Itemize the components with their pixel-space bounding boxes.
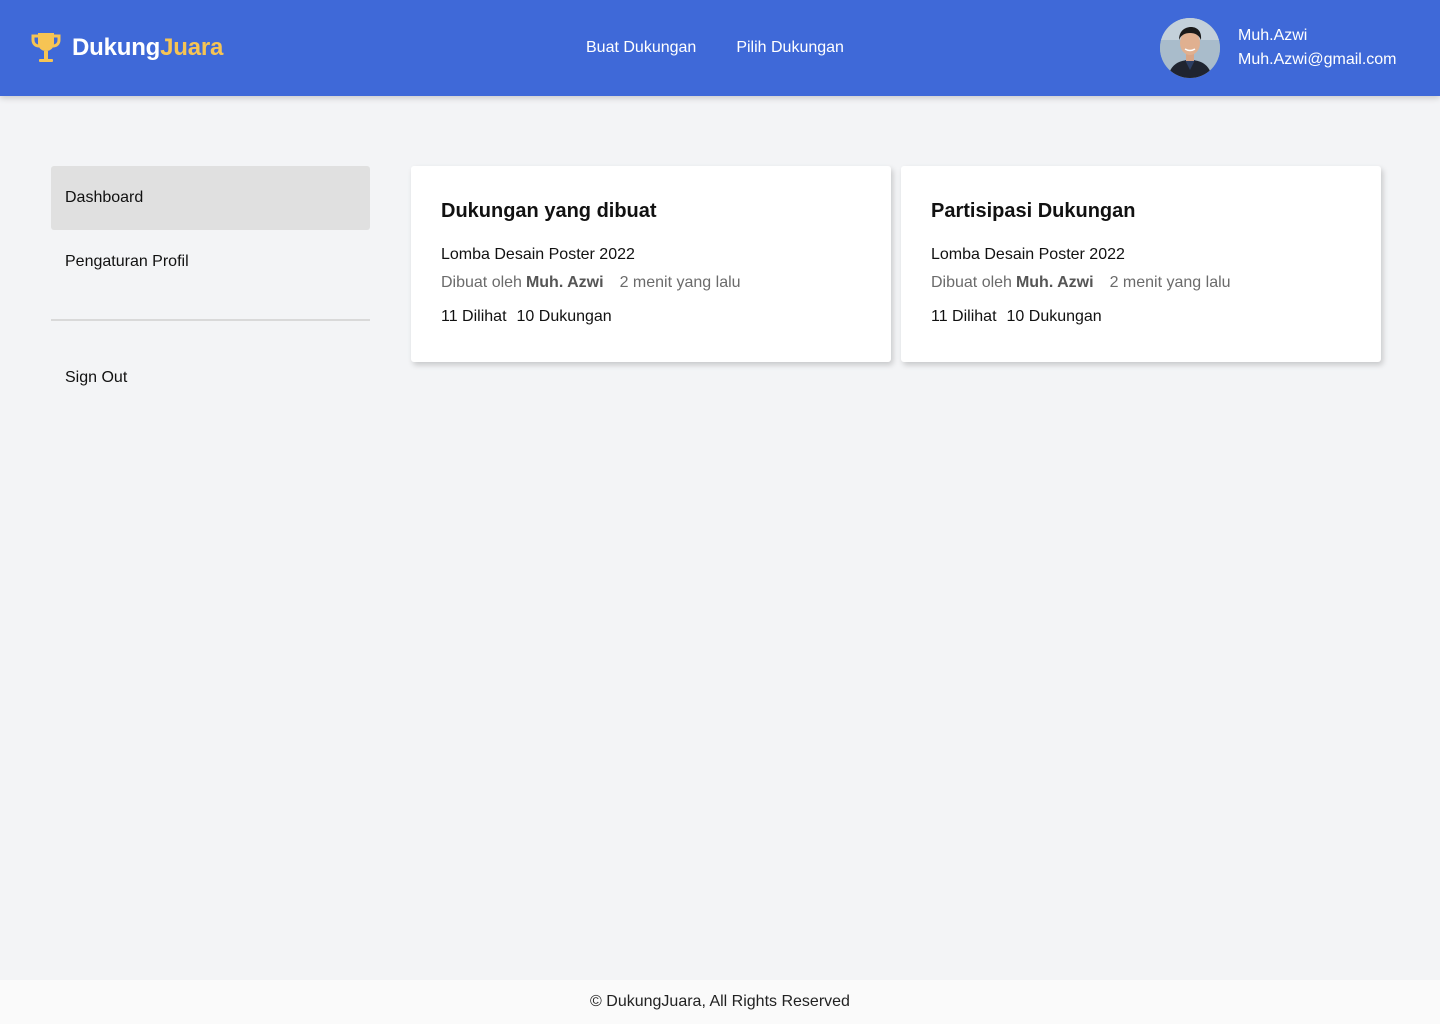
nav-pilih-dukungan[interactable]: Pilih Dukungan bbox=[736, 36, 844, 60]
sign-out-button[interactable]: Sign Out bbox=[51, 346, 370, 410]
trophy-icon bbox=[31, 33, 61, 62]
supports-count: 10 Dukungan bbox=[1006, 308, 1102, 325]
nav-buat-dukungan[interactable]: Buat Dukungan bbox=[586, 36, 696, 60]
time-ago: 2 menit yang lalu bbox=[619, 274, 741, 291]
sidebar-divider bbox=[51, 319, 370, 321]
author-name: Muh. Azwi bbox=[525, 274, 604, 291]
supports-count: 10 Dukungan bbox=[516, 308, 612, 325]
time-ago: 2 menit yang lalu bbox=[1109, 274, 1231, 291]
user-info: Muh.Azwi Muh.Azwi@gmail.com bbox=[1238, 24, 1397, 72]
footer: © DukungJuara, All Rights Reserved bbox=[0, 980, 1440, 1024]
avatar[interactable] bbox=[1160, 18, 1220, 78]
support-item-meta: Dibuat oleh Muh. Azwi 2 menit yang lalu bbox=[931, 272, 1351, 294]
views-count: 11 Dilihat bbox=[931, 308, 997, 325]
sidebar: Dashboard Pengaturan Profil Sign Out bbox=[51, 166, 370, 386]
top-navbar: DukungJuara Buat Dukungan Pilih Dukungan… bbox=[0, 0, 1440, 96]
created-by-label: Dibuat oleh bbox=[441, 274, 522, 291]
user-email: Muh.Azwi@gmail.com bbox=[1238, 51, 1397, 68]
brand-name-part2: Juara bbox=[160, 34, 224, 61]
copyright-text: © DukungJuara, All Rights Reserved bbox=[590, 993, 850, 1010]
brand-name: DukungJuara bbox=[72, 28, 223, 68]
card-title: Dukungan yang dibuat bbox=[441, 200, 657, 222]
support-item-title[interactable]: Lomba Desain Poster 2022 bbox=[931, 244, 1351, 266]
views-count: 11 Dilihat bbox=[441, 308, 507, 325]
card-dukungan-dibuat: Dukungan yang dibuat Lomba Desain Poster… bbox=[411, 166, 891, 362]
card-title: Partisipasi Dukungan bbox=[931, 200, 1136, 222]
main-nav: Buat Dukungan Pilih Dukungan bbox=[586, 36, 844, 60]
sidebar-item-pengaturan-profil[interactable]: Pengaturan Profil bbox=[51, 230, 370, 294]
author-name: Muh. Azwi bbox=[1015, 274, 1094, 291]
user-name: Muh.Azwi bbox=[1238, 27, 1308, 44]
support-item-stats: 11 Dilihat 10 Dukungan bbox=[931, 306, 1351, 328]
support-item-stats: 11 Dilihat 10 Dukungan bbox=[441, 306, 861, 328]
support-item-meta: Dibuat oleh Muh. Azwi 2 menit yang lalu bbox=[441, 272, 861, 294]
sidebar-item-dashboard[interactable]: Dashboard bbox=[51, 166, 370, 230]
created-by-label: Dibuat oleh bbox=[931, 274, 1012, 291]
support-item-title[interactable]: Lomba Desain Poster 2022 bbox=[441, 244, 861, 266]
card-partisipasi-dukungan: Partisipasi Dukungan Lomba Desain Poster… bbox=[901, 166, 1381, 362]
page: DukungJuara Buat Dukungan Pilih Dukungan… bbox=[0, 0, 1440, 1024]
user-profile[interactable]: Muh.Azwi Muh.Azwi@gmail.com bbox=[1160, 18, 1397, 78]
brand-logo[interactable]: DukungJuara bbox=[30, 28, 223, 68]
brand-name-part1: Dukung bbox=[72, 34, 161, 61]
